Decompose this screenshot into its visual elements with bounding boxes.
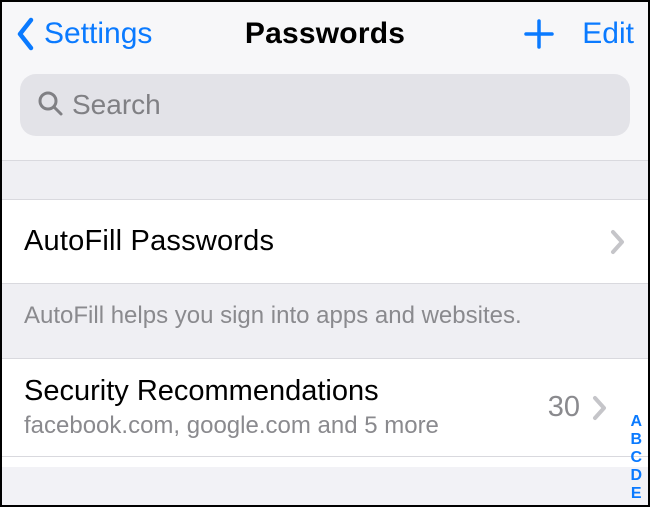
chevron-right-icon xyxy=(592,395,608,421)
security-recommendations-row[interactable]: Security Recommendations facebook.com, g… xyxy=(2,359,648,457)
index-letter[interactable]: C xyxy=(630,449,642,467)
nav-back[interactable]: Settings xyxy=(16,17,196,51)
nav-bar: Settings Passwords Edit xyxy=(2,2,648,66)
index-letter[interactable]: B xyxy=(630,431,642,449)
add-button[interactable] xyxy=(522,17,556,51)
chevron-left-icon xyxy=(16,17,36,51)
row-peek xyxy=(2,457,648,467)
index-letter[interactable]: A xyxy=(630,413,642,431)
security-subtitle: facebook.com, google.com and 5 more xyxy=(24,412,439,440)
security-count: 30 xyxy=(548,391,580,424)
search-wrap xyxy=(2,66,648,160)
search-icon xyxy=(36,89,64,122)
autofill-label: AutoFill Passwords xyxy=(24,225,274,258)
chevron-right-icon xyxy=(610,229,626,255)
edit-button[interactable]: Edit xyxy=(582,17,634,51)
plus-icon xyxy=(522,17,556,51)
security-title: Security Recommendations xyxy=(24,375,439,408)
nav-back-label: Settings xyxy=(44,17,152,51)
section-spacer xyxy=(2,160,648,200)
index-letter[interactable]: D xyxy=(630,467,642,485)
search-field[interactable] xyxy=(20,74,630,136)
autofill-passwords-row[interactable]: AutoFill Passwords xyxy=(2,200,648,284)
search-input[interactable] xyxy=(72,89,614,121)
section-index[interactable]: A B C D E xyxy=(630,413,642,503)
autofill-footer: AutoFill helps you sign into apps and we… xyxy=(2,284,648,359)
page-title: Passwords xyxy=(245,17,405,51)
index-letter[interactable]: E xyxy=(631,485,642,503)
